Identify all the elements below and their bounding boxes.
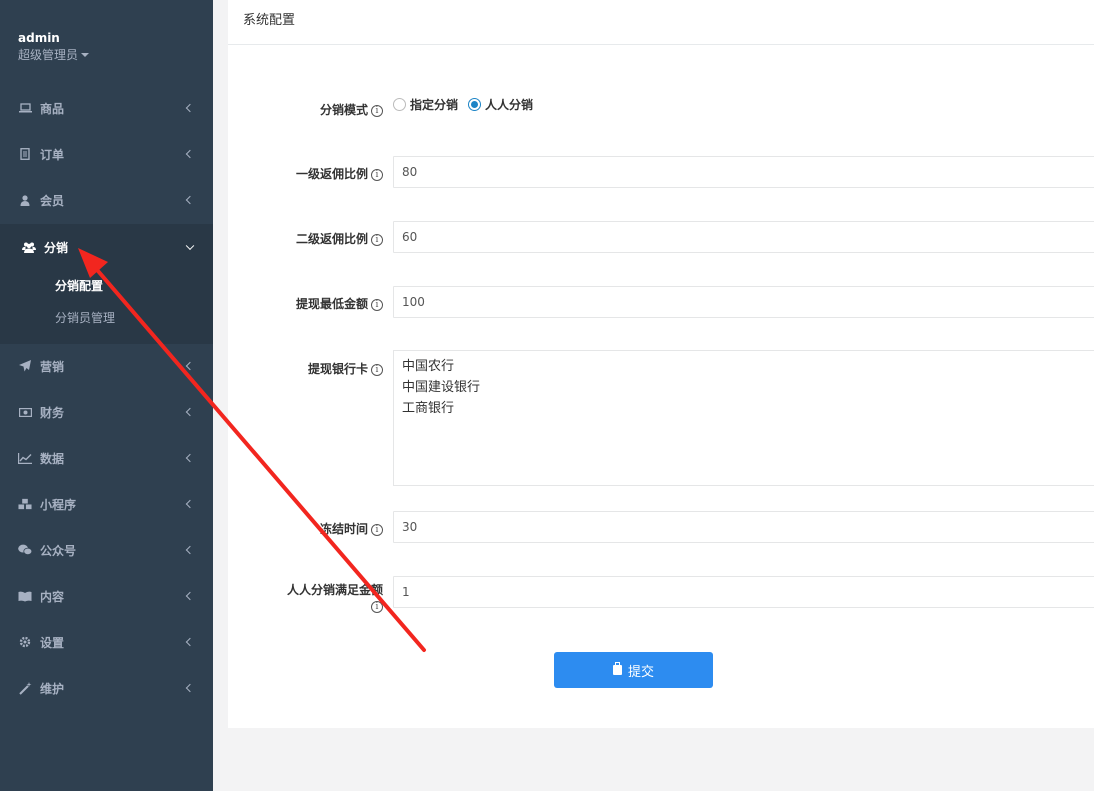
sidebar-item-miniprogram[interactable]: 小程序 <box>0 481 213 527</box>
money-icon <box>18 405 32 419</box>
radio-everyone-distribution[interactable] <box>468 98 482 111</box>
caret-down-icon <box>81 53 90 57</box>
sidebar-item-label: 商品 <box>40 101 65 116</box>
laptop-icon <box>18 101 32 115</box>
chevron-left-icon <box>185 195 195 205</box>
sidebar-item-label: 分销 <box>44 240 69 255</box>
level1-commission-input[interactable]: 80 <box>393 156 1094 188</box>
sidebar-item-label: 数据 <box>40 451 65 466</box>
sidebar-item-members[interactable]: 会员 <box>0 177 213 223</box>
bank-card-label-text: 提现银行卡 <box>307 362 368 376</box>
mode-label: 分销模式 i <box>228 101 383 118</box>
chevron-left-icon <box>185 683 195 693</box>
line-chart-icon <box>18 451 32 465</box>
sidebar-item-label: 公众号 <box>40 543 77 558</box>
mode-label-text: 分销模式 <box>319 103 368 117</box>
level2-label: 二级返佣比例 i <box>228 230 383 247</box>
bank-line: 工商银行 <box>402 401 455 416</box>
sidebar-item-label: 订单 <box>40 147 65 162</box>
bank-card-textarea[interactable]: 中国农行 中国建设银行 工商银行 <box>393 350 1094 486</box>
book-icon <box>18 589 32 603</box>
radio-designated-distribution-label[interactable]: 指定分销 <box>410 96 458 113</box>
freeze-time-label: 冻结时间 i <box>228 520 383 537</box>
sidebar-item-maintenance[interactable]: 维护 <box>0 665 213 711</box>
chevron-left-icon <box>185 453 195 463</box>
radio-designated-distribution[interactable] <box>393 98 406 111</box>
level1-label-text: 一级返佣比例 <box>295 167 368 181</box>
profile-role-dropdown[interactable]: 超级管理员 <box>18 46 90 64</box>
threshold-label-text: 人人分销满足金额 <box>286 583 383 597</box>
info-icon[interactable]: i <box>371 233 383 246</box>
info-icon[interactable]: i <box>371 168 383 181</box>
sidebar-item-label: 财务 <box>40 405 65 420</box>
sidebar-item-finance[interactable]: 财务 <box>0 389 213 435</box>
main-panel: 系统配置 分销模式 i 指定分销 人人分销 一级返佣比例 i 80 二级返佣比例 i … <box>228 0 1094 728</box>
sidebar-item-label: 小程序 <box>40 497 77 512</box>
bank-line: 中国建设银行 <box>402 380 481 395</box>
sidebar-item-label: 维护 <box>40 681 65 696</box>
min-withdraw-input[interactable]: 100 <box>393 286 1094 318</box>
cubes-icon <box>18 497 32 511</box>
briefcase-icon <box>612 662 622 675</box>
chevron-left-icon <box>185 637 195 647</box>
freeze-time-label-text: 冻结时间 <box>319 522 368 536</box>
profile-role-label: 超级管理员 <box>18 48 79 62</box>
chevron-left-icon <box>185 407 195 417</box>
user-profile[interactable]: admin 超级管理员 <box>18 30 90 64</box>
info-icon[interactable]: i <box>371 298 383 311</box>
paper-plane-icon <box>18 359 32 373</box>
file-icon <box>18 147 32 161</box>
chevron-left-icon <box>185 499 195 509</box>
sidebar-item-settings[interactable]: 设置 <box>0 619 213 665</box>
sidebar-item-marketing[interactable]: 营销 <box>0 343 213 389</box>
level1-label: 一级返佣比例 i <box>228 165 383 182</box>
chevron-left-icon <box>185 103 195 113</box>
chevron-left-icon <box>185 149 195 159</box>
user-icon <box>18 193 32 207</box>
min-withdraw-label: 提现最低金额 i <box>228 295 383 312</box>
magic-icon <box>18 681 32 695</box>
sidebar-item-label: 营销 <box>40 359 65 374</box>
gear-icon <box>18 635 32 649</box>
submit-button[interactable]: 提交 <box>554 652 713 688</box>
info-icon[interactable]: i <box>371 600 383 613</box>
chevron-left-icon <box>185 591 195 601</box>
submit-button-label: 提交 <box>627 664 654 680</box>
freeze-time-input[interactable]: 30 <box>393 511 1094 543</box>
sidebar-subitem-distributor-management[interactable]: 分销员管理 <box>55 308 115 328</box>
bank-card-label: 提现银行卡 i <box>228 360 383 377</box>
sidebar-item-label: 会员 <box>40 193 65 208</box>
page-title: 系统配置 <box>228 0 1094 45</box>
chevron-down-icon <box>185 241 195 251</box>
sidebar-item-data[interactable]: 数据 <box>0 435 213 481</box>
users-icon <box>22 240 36 254</box>
info-icon[interactable]: i <box>371 523 383 536</box>
threshold-amount-input[interactable]: 1 <box>393 576 1094 608</box>
sidebar-subitem-distribution-config[interactable]: 分销配置 <box>55 276 103 296</box>
threshold-label: 人人分销满足金额 i <box>228 582 383 614</box>
wechat-icon <box>18 543 32 557</box>
info-icon[interactable]: i <box>371 104 383 117</box>
sidebar-item-distribution[interactable]: 分销 <box>0 224 213 270</box>
profile-name: admin <box>18 31 60 45</box>
sidebar-item-official-account[interactable]: 公众号 <box>0 527 213 573</box>
info-icon[interactable]: i <box>371 363 383 376</box>
sidebar-item-content[interactable]: 内容 <box>0 573 213 619</box>
sidebar-item-label: 设置 <box>40 635 65 650</box>
level2-commission-input[interactable]: 60 <box>393 221 1094 253</box>
sidebar-item-goods[interactable]: 商品 <box>0 85 213 131</box>
mode-radio-group: 指定分销 人人分销 <box>393 96 543 113</box>
min-withdraw-label-text: 提现最低金额 <box>295 297 368 311</box>
radio-everyone-distribution-label[interactable]: 人人分销 <box>485 96 533 113</box>
level2-label-text: 二级返佣比例 <box>295 232 368 246</box>
chevron-left-icon <box>185 361 195 371</box>
sidebar-item-orders[interactable]: 订单 <box>0 131 213 177</box>
bank-line: 中国农行 <box>402 359 455 374</box>
chevron-left-icon <box>185 545 195 555</box>
sidebar-item-label: 内容 <box>40 589 65 604</box>
sidebar: admin 超级管理员 商品 订单 会员 分销 分销配置 分销员管理 营销 财务… <box>0 0 213 791</box>
